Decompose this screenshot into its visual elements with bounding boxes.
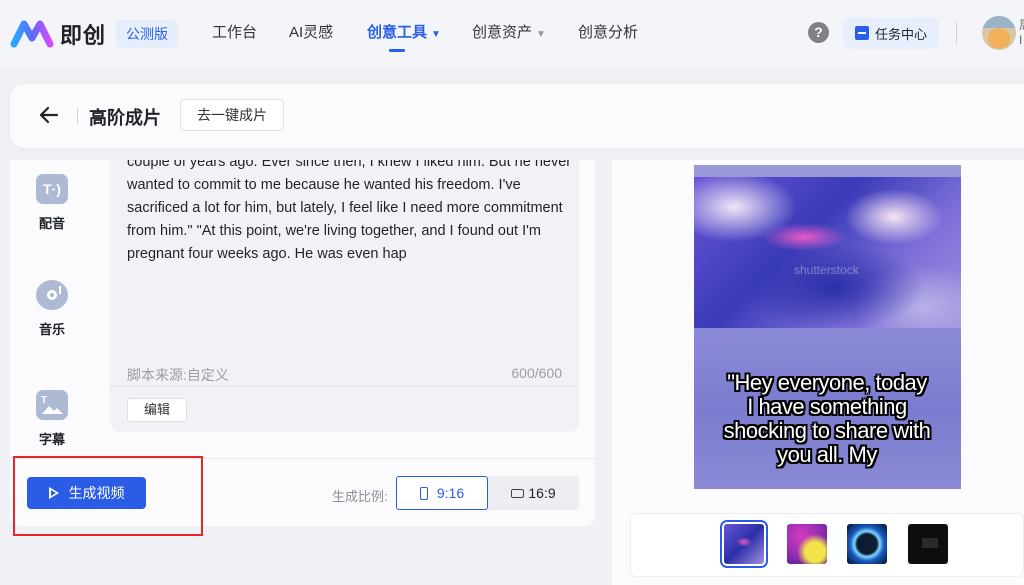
subtitle-icon: T — [36, 390, 68, 420]
app-logo[interactable]: 即创 — [10, 18, 106, 50]
page-title: 高阶成片 — [89, 108, 161, 128]
task-icon — [855, 26, 869, 40]
thumbnail-3[interactable] — [847, 524, 887, 564]
ratio-option-label: 16:9 — [528, 485, 556, 501]
header-divider — [77, 108, 78, 124]
nav-workbench[interactable]: 工作台 — [212, 0, 257, 66]
tool-label: 字幕 — [38, 432, 65, 447]
thumbnail-strip — [630, 513, 1024, 577]
nav-creative-assets[interactable]: 创意资产 ▼ — [472, 0, 546, 66]
nav-divider — [956, 22, 957, 44]
tts-icon: T·) — [36, 174, 68, 204]
editor-panel: T·) 配音 音乐 T 字幕 couple of years ago. Ever… — [10, 160, 595, 536]
stock-watermark: shutterstock — [794, 263, 859, 277]
logo-mark-icon — [10, 20, 54, 48]
user-avatar[interactable] — [982, 16, 1016, 50]
nav-creative-tools[interactable]: 创意工具 ▼ — [367, 0, 441, 66]
ratio-9-16-option[interactable]: 9:16 — [396, 476, 488, 510]
user-name: 周 I — [1019, 18, 1024, 47]
tool-subtitles[interactable]: T 字幕 — [10, 390, 94, 448]
back-arrow-icon[interactable] — [38, 104, 60, 126]
help-icon[interactable]: ? — [808, 22, 829, 43]
caret-down-icon: ▼ — [536, 29, 546, 40]
task-center-button[interactable]: 任务中心 — [843, 17, 940, 49]
tool-label: 配音 — [38, 216, 65, 231]
landscape-screen-icon — [511, 488, 525, 498]
task-center-label: 任务中心 — [875, 26, 928, 42]
video-preview[interactable]: shutterstock "Hey everyone, today I have… — [694, 165, 961, 489]
portrait-phone-icon — [419, 486, 428, 500]
script-divider — [110, 386, 579, 387]
beta-badge: 公测版 — [116, 20, 178, 48]
music-disc-icon — [36, 280, 68, 310]
page-header: 高阶成片 去一键成片 — [10, 84, 1024, 148]
script-source: 脚本来源:自定义 — [127, 367, 229, 383]
nav-creative-analysis[interactable]: 创意分析 — [578, 0, 638, 66]
highlight-box — [13, 456, 203, 536]
tool-label: 音乐 — [38, 322, 65, 337]
one-click-video-button[interactable]: 去一键成片 — [180, 99, 284, 131]
edit-script-button[interactable]: 编辑 — [127, 398, 188, 422]
script-text[interactable]: couple of years ago. Ever since then, I … — [127, 160, 572, 266]
ratio-16-9-option[interactable]: 16:9 — [488, 476, 579, 510]
thumbnail-4[interactable] — [908, 524, 948, 564]
svg-text:T: T — [41, 395, 47, 406]
ratio-option-label: 9:16 — [436, 485, 465, 501]
nav-active-indicator — [389, 49, 405, 52]
top-navigation: 即创 公测版 工作台 AI灵感 创意工具 ▼ 创意资产 ▼ 创意分析 ? 任务中心 … — [0, 0, 1024, 66]
app-name: 即创 — [60, 23, 107, 48]
caret-down-icon: ▼ — [431, 29, 441, 40]
preview-footage — [694, 177, 961, 328]
preview-caption: "Hey everyone, today I have something sh… — [723, 370, 931, 467]
thumbnail-1[interactable] — [720, 520, 768, 568]
ratio-label: 生成比例: — [332, 489, 388, 504]
thumbnail-2[interactable] — [787, 524, 827, 564]
tool-music[interactable]: 音乐 — [10, 280, 94, 338]
preview-top-strip — [694, 165, 961, 177]
script-editor[interactable]: couple of years ago. Ever since then, I … — [110, 160, 579, 432]
tool-voiceover[interactable]: T·) 配音 — [10, 174, 94, 232]
character-count: 600/600 — [511, 365, 562, 381]
nav-ai-inspiration[interactable]: AI灵感 — [289, 0, 333, 66]
preview-panel: shutterstock "Hey everyone, today I have… — [612, 160, 1024, 585]
